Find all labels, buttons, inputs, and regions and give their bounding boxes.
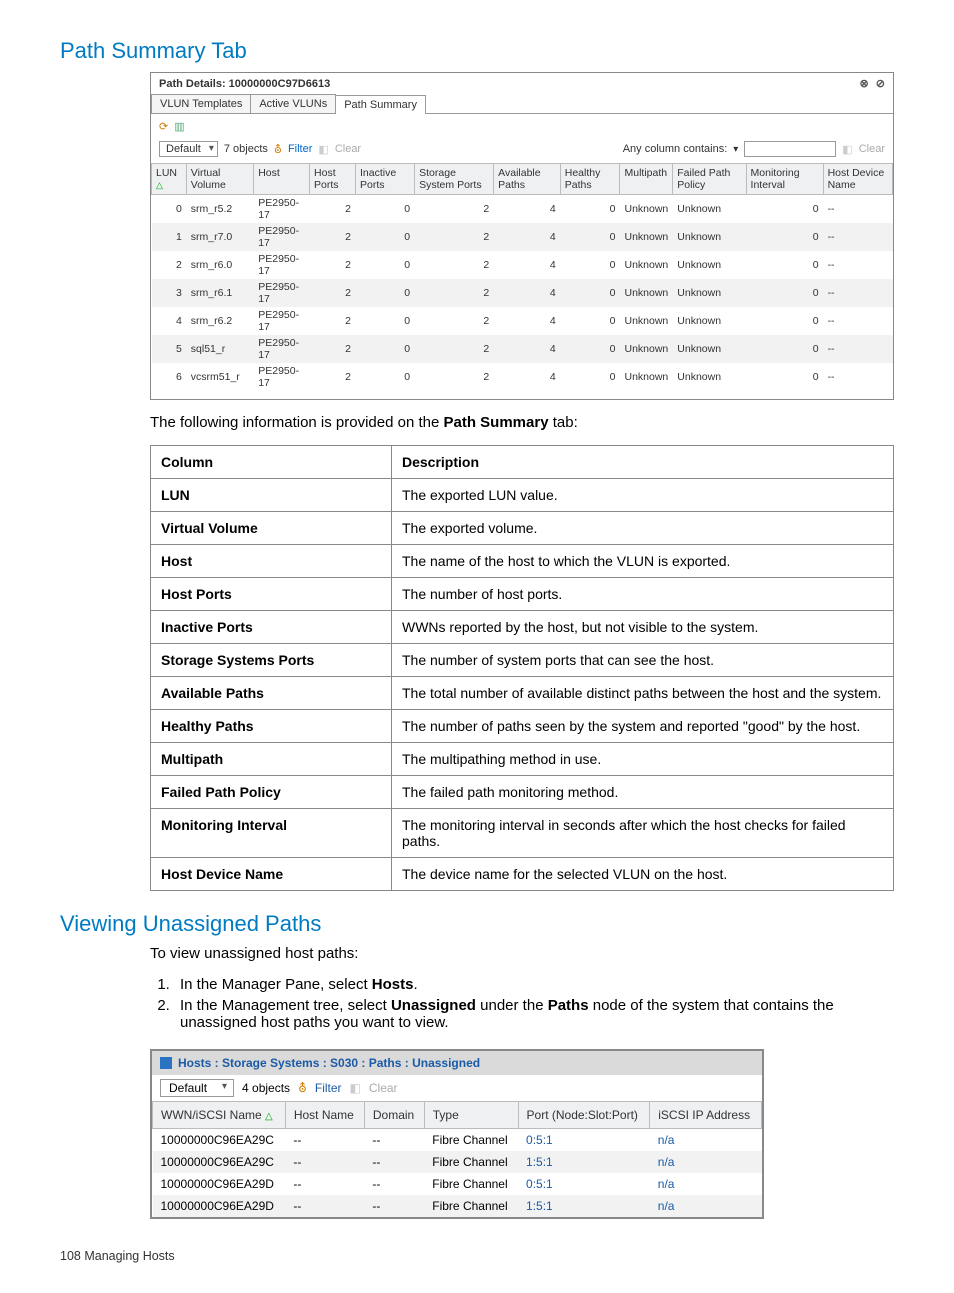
col-vv[interactable]: Virtual Volume <box>186 164 253 195</box>
path-summary-grid: LUN Virtual Volume Host Host Ports Inact… <box>151 163 893 391</box>
eraser-icon-2: ◧ <box>842 143 852 156</box>
table-row[interactable]: 3srm_r6.1PE2950-1720240UnknownUnknown0-- <box>152 279 893 307</box>
clear-link-3: Clear <box>369 1081 398 1095</box>
page-footer: 108 Managing Hosts <box>60 1249 894 1263</box>
desc-row: Host PortsThe number of host ports. <box>151 578 894 611</box>
any-column-label: Any column contains: <box>623 143 728 155</box>
desc-row: HostThe name of the host to which the VL… <box>151 545 894 578</box>
collapse-down-icon[interactable]: ⊘ <box>876 78 885 90</box>
step-2: In the Management tree, select Unassigne… <box>174 997 894 1031</box>
col2-port[interactable]: Port (Node:Slot:Port) <box>518 1102 650 1129</box>
hosts-icon <box>160 1057 172 1069</box>
export-icon[interactable]: ▥ <box>174 120 184 133</box>
table-row[interactable]: 1srm_r7.0PE2950-1720240UnknownUnknown0-- <box>152 223 893 251</box>
col-healthypaths[interactable]: Healthy Paths <box>560 164 620 195</box>
heading-path-summary: Path Summary Tab <box>60 38 894 64</box>
desc-row: Host Device NameThe device name for the … <box>151 858 894 891</box>
breadcrumb: Hosts : Storage Systems : S030 : Paths :… <box>178 1056 480 1070</box>
col-storageports[interactable]: Storage System Ports <box>415 164 494 195</box>
filter-link-2[interactable]: Filter <box>315 1081 342 1095</box>
table-row[interactable]: 6vcsrm51_rPE2950-1720240UnknownUnknown0-… <box>152 363 893 391</box>
col-host[interactable]: Host <box>254 164 310 195</box>
desc-row: LUNThe exported LUN value. <box>151 479 894 512</box>
table-row[interactable]: 0srm_r5.2PE2950-1720240UnknownUnknown0-- <box>152 195 893 224</box>
filter-icon-2[interactable]: ⛢ <box>298 1081 307 1095</box>
col2-iscsi[interactable]: iSCSI IP Address <box>650 1102 762 1129</box>
desc-row: Inactive PortsWWNs reported by the host,… <box>151 611 894 644</box>
desc-row: MultipathThe multipathing method in use. <box>151 743 894 776</box>
col-moninterval[interactable]: Monitoring Interval <box>746 164 823 195</box>
collapse-up-icon[interactable]: ⊗ <box>860 78 869 90</box>
desc-row: Virtual VolumeThe exported volume. <box>151 512 894 545</box>
heading-unassigned: Viewing Unassigned Paths <box>60 911 894 937</box>
col-hostdev[interactable]: Host Device Name <box>823 164 892 195</box>
object-count: 7 objects <box>224 143 268 155</box>
lead-text: The following information is provided on… <box>150 414 894 431</box>
col2-wwn[interactable]: WWN/iSCSI Name △ <box>153 1102 286 1129</box>
table-row[interactable]: 2srm_r6.0PE2950-1720240UnknownUnknown0-- <box>152 251 893 279</box>
desc-row: Failed Path PolicyThe failed path monito… <box>151 776 894 809</box>
path-details-panel: Path Details: 10000000C97D6613 ⊗ ⊘ VLUN … <box>150 72 894 400</box>
table-row[interactable]: 10000000C96EA29D----Fibre Channel1:5:1n/… <box>153 1195 762 1217</box>
view-select-2[interactable]: Default <box>160 1079 234 1097</box>
search-input[interactable] <box>744 141 836 157</box>
table-row[interactable]: 5sql51_rPE2950-1720240UnknownUnknown0-- <box>152 335 893 363</box>
table-row[interactable]: 4srm_r6.2PE2950-1720240UnknownUnknown0-- <box>152 307 893 335</box>
object-count-2: 4 objects <box>242 1081 290 1095</box>
clear-link-2: Clear <box>859 143 885 155</box>
col2-hostname[interactable]: Host Name <box>285 1102 364 1129</box>
tab-vlun-templates[interactable]: VLUN Templates <box>151 94 251 113</box>
desc-row: Healthy PathsThe number of paths seen by… <box>151 710 894 743</box>
desc-row: Storage Systems PortsThe number of syste… <box>151 644 894 677</box>
table-row[interactable]: 10000000C96EA29C----Fibre Channel1:5:1n/… <box>153 1151 762 1173</box>
col-lun[interactable]: LUN <box>152 164 187 195</box>
table-row[interactable]: 10000000C96EA29D----Fibre Channel0:5:1n/… <box>153 1173 762 1195</box>
unassigned-panel: Hosts : Storage Systems : S030 : Paths :… <box>150 1049 764 1219</box>
table-row[interactable]: 10000000C96EA29C----Fibre Channel0:5:1n/… <box>153 1129 762 1152</box>
description-table: Column Description LUNThe exported LUN v… <box>150 445 894 891</box>
panel-title: Path Details: 10000000C97D6613 <box>159 78 330 90</box>
eraser-icon: ◧ <box>318 143 328 156</box>
col-multipath[interactable]: Multipath <box>620 164 673 195</box>
col-inactiveports[interactable]: Inactive Ports <box>356 164 415 195</box>
col-failedpolicy[interactable]: Failed Path Policy <box>673 164 746 195</box>
steps-list: In the Manager Pane, select Hosts. In th… <box>174 976 894 1031</box>
desc-desc-header: Description <box>392 446 894 479</box>
col2-domain[interactable]: Domain <box>364 1102 424 1129</box>
filter-icon[interactable]: ⛢ <box>274 143 282 156</box>
unassigned-grid: WWN/iSCSI Name △ Host Name Domain Type P… <box>152 1101 762 1217</box>
desc-col-header: Column <box>151 446 392 479</box>
col2-type[interactable]: Type <box>424 1102 518 1129</box>
desc-row: Available PathsThe total number of avail… <box>151 677 894 710</box>
desc-row: Monitoring IntervalThe monitoring interv… <box>151 809 894 858</box>
filter-link[interactable]: Filter <box>288 143 312 155</box>
lead-text-2: To view unassigned host paths: <box>150 945 894 962</box>
view-select[interactable]: Default <box>159 141 218 157</box>
col-availpaths[interactable]: Available Paths <box>494 164 561 195</box>
step-1: In the Manager Pane, select Hosts. <box>174 976 894 993</box>
clear-link-disabled: Clear <box>335 143 361 155</box>
refresh-icon[interactable]: ⟳ <box>159 120 168 133</box>
col-hostports[interactable]: Host Ports <box>310 164 356 195</box>
eraser-icon-3: ◧ <box>350 1081 361 1095</box>
tab-path-summary[interactable]: Path Summary <box>335 95 426 114</box>
tab-active-vluns[interactable]: Active VLUNs <box>250 94 336 113</box>
